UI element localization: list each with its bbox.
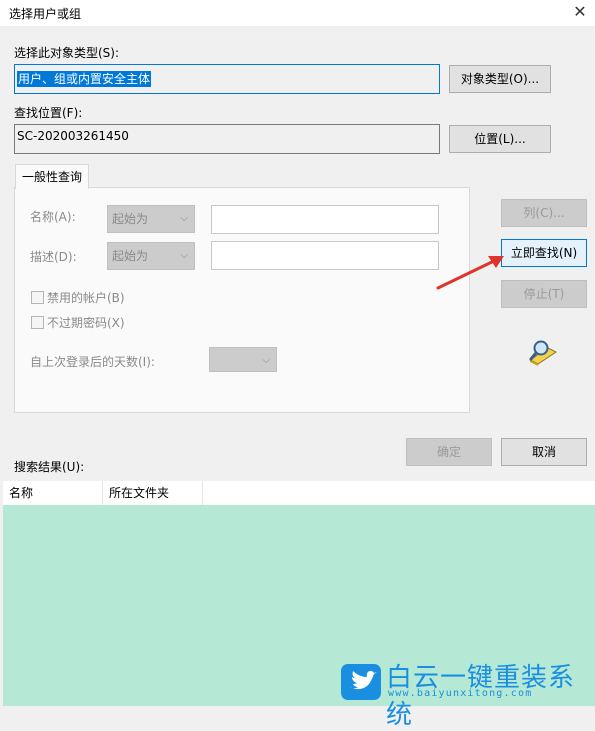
description-label: 描述(D): (30, 250, 77, 264)
name-match-select[interactable]: 起始为 ⌵ (107, 205, 195, 233)
chevron-down-icon: ⌵ (180, 213, 188, 224)
name-input[interactable] (211, 205, 439, 234)
chevron-down-icon: ⌵ (180, 250, 188, 261)
description-match-value: 起始为 (112, 249, 149, 263)
search-icon (529, 340, 557, 366)
cancel-button[interactable]: 取消 (501, 438, 587, 466)
tab-common-queries[interactable]: 一般性查询 (15, 164, 89, 189)
days-since-logon-label: 自上次登录后的天数(I): (30, 355, 155, 369)
location-field[interactable]: SC-202003261450 (14, 124, 440, 154)
search-results-label: 搜索结果(U): (14, 460, 85, 474)
columns-button[interactable]: 列(C)... (501, 199, 587, 227)
disabled-accounts-checkbox[interactable] (31, 291, 44, 304)
column-header-folder[interactable]: 所在文件夹 (103, 481, 203, 505)
days-since-logon-select[interactable]: ⌵ (209, 347, 277, 372)
description-input[interactable] (211, 241, 439, 270)
chevron-down-icon: ⌵ (262, 355, 270, 366)
window-title: 选择用户或组 (9, 7, 82, 21)
object-types-button[interactable]: 对象类型(O)... (449, 65, 551, 93)
location-label: 查找位置(F): (14, 106, 83, 120)
results-header: 名称 所在文件夹 (3, 481, 595, 505)
find-now-button[interactable]: 立即查找(N) (501, 239, 587, 267)
non-expiring-password-label: 不过期密码(X) (47, 316, 125, 330)
non-expiring-password-checkbox[interactable] (31, 316, 44, 329)
title-bar: 选择用户或组 ✕ (0, 0, 595, 26)
disabled-accounts-label: 禁用的帐户(B) (47, 291, 125, 305)
object-type-field[interactable]: 用户、组或内置安全主体 (14, 64, 440, 94)
watermark-url: www.baiyunxitong.com (388, 688, 533, 699)
ok-button[interactable]: 确定 (406, 438, 492, 466)
name-match-value: 起始为 (112, 212, 149, 226)
object-type-value: 用户、组或内置安全主体 (17, 71, 152, 87)
close-icon[interactable]: ✕ (569, 2, 591, 22)
column-header-name[interactable]: 名称 (3, 481, 103, 505)
object-type-label: 选择此对象类型(S): (14, 46, 120, 60)
bird-logo-icon (341, 664, 381, 700)
annotation-arrow-icon (436, 256, 504, 290)
locations-button[interactable]: 位置(L)... (449, 125, 551, 153)
name-label: 名称(A): (30, 210, 76, 224)
stop-button[interactable]: 停止(T) (501, 280, 587, 308)
description-match-select[interactable]: 起始为 ⌵ (107, 242, 195, 270)
